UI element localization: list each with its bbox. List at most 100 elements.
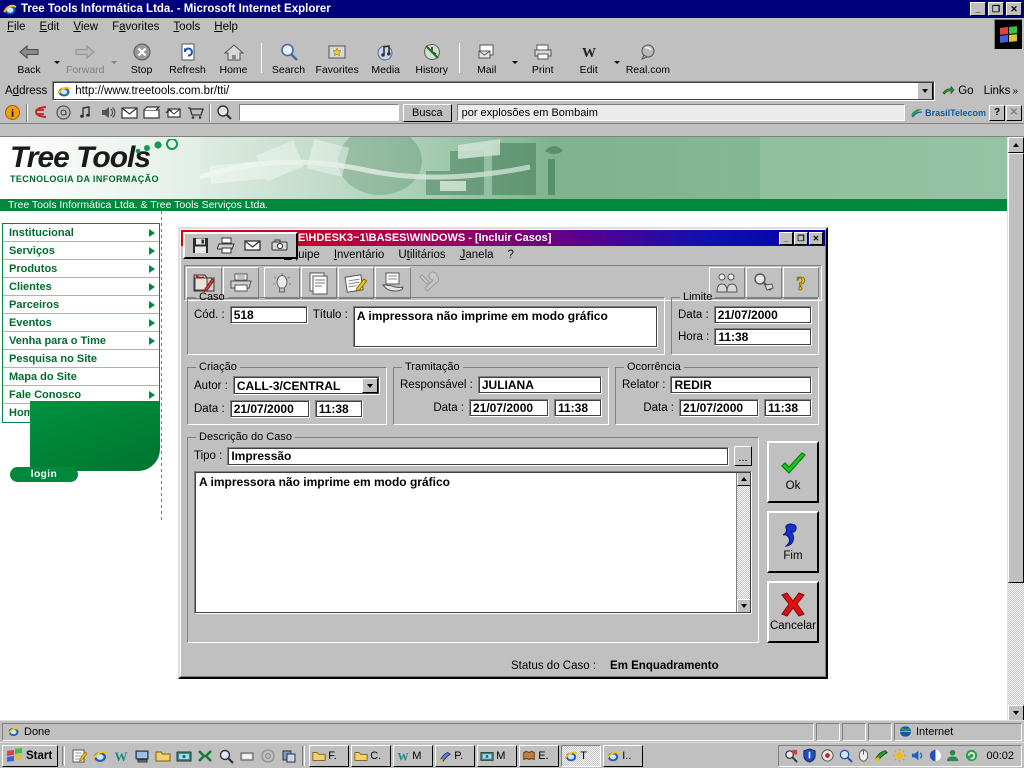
start-button[interactable]: Start <box>2 744 59 767</box>
chevron-down-icon[interactable] <box>362 378 378 393</box>
task-button-i[interactable]: I.. <box>603 744 644 767</box>
task-button-f[interactable]: F. <box>309 744 350 767</box>
magnifier-tray-icon[interactable] <box>783 748 799 764</box>
shopping-cart-icon[interactable] <box>185 103 206 123</box>
criacao-hora-input[interactable]: 11:38 <box>314 400 363 418</box>
fim-button[interactable]: Fim <box>767 511 819 573</box>
apps-icon[interactable] <box>279 746 298 766</box>
user-icon[interactable] <box>945 748 961 764</box>
print-icon[interactable] <box>216 237 236 254</box>
menu-help[interactable]: Help <box>207 19 245 35</box>
save-icon[interactable] <box>192 237 209 254</box>
page-scrollbar[interactable] <box>1007 137 1024 720</box>
autor-combo[interactable]: CALL-3/CENTRAL <box>232 376 380 395</box>
sidebar-item-pesquisa-no-site[interactable]: Pesquisa no Site <box>3 350 159 368</box>
descricao-memo[interactable]: A impressora não imprime em modo gráfico <box>194 471 752 614</box>
back-dropdown[interactable] <box>52 39 62 77</box>
cancelar-button[interactable]: Cancelar <box>767 581 819 643</box>
busca-button[interactable]: Busca <box>403 103 452 122</box>
floating-toolbar[interactable] <box>183 232 298 259</box>
refresh-button[interactable]: Refresh <box>165 38 211 78</box>
at-sign-icon[interactable] <box>53 103 74 123</box>
screen-icon[interactable] <box>237 746 256 766</box>
forward-dropdown[interactable] <box>109 39 119 77</box>
media-icon[interactable] <box>174 746 193 766</box>
tipo-input[interactable]: Impressão <box>227 446 729 466</box>
info-icon[interactable]: i <box>2 103 23 123</box>
app-menu-utilitarios[interactable]: Utilitários <box>391 248 452 262</box>
realcom-button[interactable]: Real.com <box>622 38 674 78</box>
camera-icon[interactable] <box>270 237 289 254</box>
search-button[interactable]: Search <box>266 38 312 78</box>
ie-icon[interactable] <box>90 746 109 766</box>
magnifier-icon[interactable] <box>216 746 235 766</box>
envelope-icon[interactable] <box>119 103 140 123</box>
criacao-data-input[interactable]: 21/07/2000 <box>229 400 310 418</box>
speaker-icon[interactable] <box>97 103 118 123</box>
minimize-button[interactable]: _ <box>970 2 986 16</box>
paint-tray-icon[interactable] <box>873 748 889 764</box>
word-icon[interactable]: W <box>111 746 130 766</box>
folder-icon[interactable] <box>153 746 172 766</box>
sidebar-item-parceiros[interactable]: Parceiros <box>3 296 159 314</box>
excel-icon[interactable] <box>195 746 214 766</box>
app-close-button[interactable]: ✕ <box>809 231 823 245</box>
maximize-button[interactable]: ❐ <box>988 2 1004 16</box>
home-button[interactable]: Home <box>211 38 257 78</box>
tramitacao-data-input[interactable]: 21/07/2000 <box>469 399 549 417</box>
stop-button[interactable]: Stop <box>119 38 165 78</box>
page-scroll-up-button[interactable] <box>1008 137 1024 153</box>
history-button[interactable]: History <box>409 38 455 78</box>
login-button[interactable]: login <box>10 467 78 482</box>
print-button[interactable]: Print <box>520 38 566 78</box>
scroll-up-button[interactable] <box>737 472 751 486</box>
app-minimize-button[interactable]: _ <box>779 231 793 245</box>
task-button-media[interactable]: M <box>477 744 518 767</box>
partner-help-button[interactable]: ? <box>989 104 1005 121</box>
mail-dropdown[interactable] <box>510 39 520 77</box>
app-menu-janela[interactable]: Janela <box>453 248 501 262</box>
menu-view[interactable]: View <box>66 19 105 35</box>
address-dropdown-button[interactable] <box>917 82 934 100</box>
links-button[interactable]: Links » <box>980 85 1022 97</box>
scroll-track[interactable] <box>737 486 751 599</box>
menu-tools[interactable]: Tools <box>166 19 207 35</box>
refresh-tray-icon[interactable] <box>963 748 979 764</box>
notepad-icon[interactable] <box>69 746 88 766</box>
partner-close-button[interactable]: ✕ <box>1006 104 1022 121</box>
sidebar-item-eventos[interactable]: Eventos <box>3 314 159 332</box>
tipo-browse-button[interactable]: ... <box>734 446 752 466</box>
magnifier2-icon[interactable] <box>837 748 853 764</box>
desktop-icon[interactable] <box>132 746 151 766</box>
favorites-button[interactable]: Favorites <box>312 38 363 78</box>
sidebar-item-servicos[interactable]: Serviços <box>3 242 159 260</box>
edit-button[interactable]: W Edit <box>566 38 612 78</box>
relator-input[interactable]: REDIR <box>670 376 812 394</box>
music-note-icon[interactable] <box>75 103 96 123</box>
ok-button[interactable]: Ok <box>767 441 819 503</box>
limite-hora-input[interactable]: 11:38 <box>714 328 812 346</box>
edit-dropdown[interactable] <box>612 39 622 77</box>
task-button-treetools[interactable]: T <box>561 744 602 767</box>
sidebar-item-institucional[interactable]: Institucional <box>3 224 159 242</box>
app-maximize-button[interactable]: ❐ <box>794 231 808 245</box>
go-button[interactable]: Go <box>935 84 979 98</box>
taskbar-clock[interactable]: 00:02 <box>981 750 1017 762</box>
clapperboard-icon[interactable] <box>141 103 162 123</box>
memo-scrollbar[interactable] <box>736 472 751 613</box>
at-icon[interactable] <box>258 746 277 766</box>
partner-search-input[interactable] <box>239 104 399 121</box>
sidebar-item-venha-para-o-time[interactable]: Venha para o Time <box>3 332 159 350</box>
menu-file[interactable]: File <box>0 19 33 35</box>
app-menu-inventario[interactable]: Inventário <box>327 248 392 262</box>
task-button-e[interactable]: E. <box>519 744 560 767</box>
titulo-input[interactable]: A impressora não imprime em modo gráfico <box>352 306 658 348</box>
mail-icon[interactable] <box>243 237 262 254</box>
media-button[interactable]: Media <box>363 38 409 78</box>
page-scroll-down-button[interactable] <box>1008 705 1024 720</box>
search-magnifier-icon[interactable] <box>214 103 235 123</box>
task-button-p[interactable]: P. <box>435 744 476 767</box>
limite-data-input[interactable]: 21/07/2000 <box>713 306 812 324</box>
menu-favorites[interactable]: Favorites <box>105 19 166 35</box>
app-menu-help[interactable]: ? <box>501 248 521 262</box>
